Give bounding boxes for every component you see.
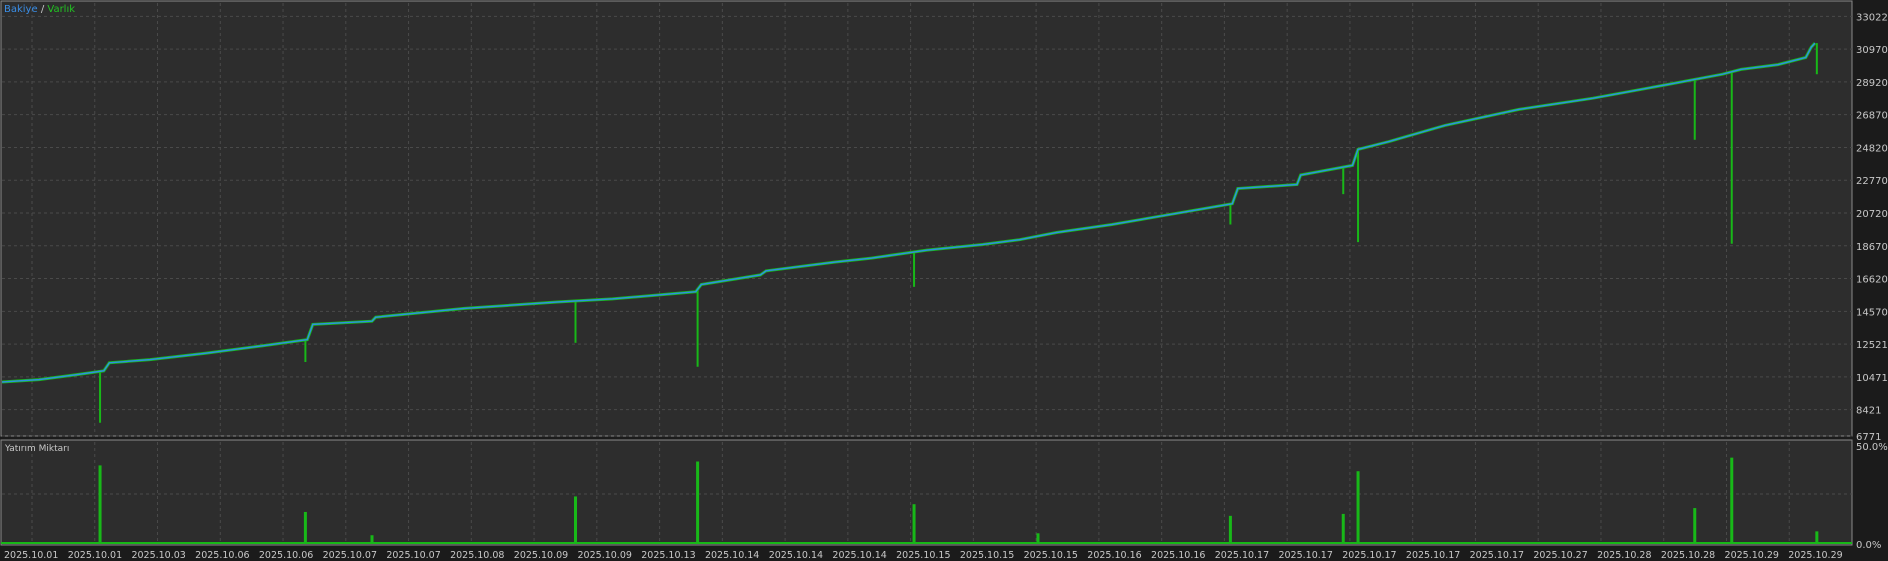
sub-y-axis: 50.0% 0.0% <box>1856 442 1888 551</box>
investment-bar <box>574 496 577 543</box>
x-tick-label: 2025.10.13 <box>641 550 695 561</box>
investment-bar <box>1730 457 1734 543</box>
x-tick-label: 2025.10.09 <box>514 550 568 561</box>
x-tick-label: 2025.10.17 <box>1342 550 1396 561</box>
x-tick-label: 2025.10.29 <box>1788 550 1842 561</box>
y-tick-label: 33022 <box>1856 12 1888 23</box>
investment-bar <box>912 504 916 543</box>
chart-window: 33022 30970 28920 26870 24820 22770 20720 18670… <box>0 0 1888 561</box>
legend-varlik: Varlık <box>47 4 75 15</box>
y-tick-label: 18670 <box>1856 242 1888 253</box>
investment-bar <box>1036 533 1040 543</box>
investment-bar <box>1815 531 1819 543</box>
x-tick-label: 2025.10.06 <box>259 550 313 561</box>
y-tick-label: 30970 <box>1856 45 1888 56</box>
main-plot-area <box>0 0 1853 437</box>
x-tick-label: 2025.10.01 <box>68 550 122 561</box>
investment-bar <box>303 511 307 543</box>
sub-y-tick-label: 0.0% <box>1856 540 1881 551</box>
x-tick-label: 2025.10.03 <box>131 550 185 561</box>
legend: Bakiye / Varlık <box>4 4 75 15</box>
y-tick-label: 8421 <box>1856 406 1881 417</box>
y-tick-label: 24820 <box>1856 143 1888 154</box>
x-tick-label: 2025.10.16 <box>1151 550 1205 561</box>
investment-bar <box>98 465 102 543</box>
x-tick-label: 2025.10.27 <box>1533 550 1587 561</box>
y-tick-label: 12521 <box>1856 340 1888 351</box>
investment-bar <box>1356 471 1360 543</box>
x-tick-label: 2025.10.09 <box>578 550 632 561</box>
x-tick-label: 2025.10.28 <box>1597 550 1651 561</box>
equity-chart-svg: 33022 30970 28920 26870 24820 22770 20720 18670… <box>0 0 1888 561</box>
investment-bar <box>696 461 700 543</box>
y-tick-label: 16620 <box>1856 275 1888 286</box>
sub-y-tick-label: 50.0% <box>1856 442 1888 453</box>
x-tick-label: 2025.10.17 <box>1470 550 1524 561</box>
y-tick-label: 10471 <box>1856 373 1888 384</box>
investment-bar <box>1228 515 1232 543</box>
x-axis: 2025.10.01 2025.10.01 2025.10.03 2025.10.06… <box>4 550 1843 561</box>
x-tick-label: 2025.10.15 <box>1024 550 1078 561</box>
x-tick-label: 2025.10.07 <box>323 550 377 561</box>
x-tick-label: 2025.10.29 <box>1725 550 1779 561</box>
main-y-axis: 33022 30970 28920 26870 24820 22770 20720 18670… <box>1856 12 1888 443</box>
y-tick-label: 14570 <box>1856 307 1888 318</box>
x-tick-label: 2025.10.16 <box>1087 550 1141 561</box>
investment-bar <box>1341 513 1345 543</box>
legend-bakiye: Bakiye <box>4 4 38 15</box>
x-tick-label: 2025.10.06 <box>195 550 249 561</box>
x-tick-label: 2025.10.14 <box>832 550 886 561</box>
sub-plot-area <box>0 439 1853 546</box>
investment-bar <box>370 535 374 543</box>
x-tick-label: 2025.10.14 <box>769 550 823 561</box>
y-tick-label: 26870 <box>1856 111 1888 122</box>
x-tick-label: 2025.10.14 <box>705 550 759 561</box>
x-tick-label: 2025.10.01 <box>4 550 58 561</box>
x-tick-label: 2025.10.08 <box>450 550 504 561</box>
x-tick-label: 2025.10.17 <box>1215 550 1269 561</box>
y-tick-label: 22770 <box>1856 176 1888 187</box>
y-tick-label: 28920 <box>1856 78 1888 89</box>
x-tick-label: 2025.10.15 <box>896 550 950 561</box>
x-tick-label: 2025.10.15 <box>960 550 1014 561</box>
investment-bar <box>1693 508 1697 543</box>
sub-panel-title: Yatırım Miktarı <box>4 444 69 454</box>
x-tick-label: 2025.10.17 <box>1278 550 1332 561</box>
x-tick-label: 2025.10.17 <box>1406 550 1460 561</box>
legend-separator: / <box>38 4 48 15</box>
x-tick-label: 2025.10.07 <box>386 550 440 561</box>
y-tick-label: 20720 <box>1856 209 1888 220</box>
x-tick-label: 2025.10.28 <box>1661 550 1715 561</box>
